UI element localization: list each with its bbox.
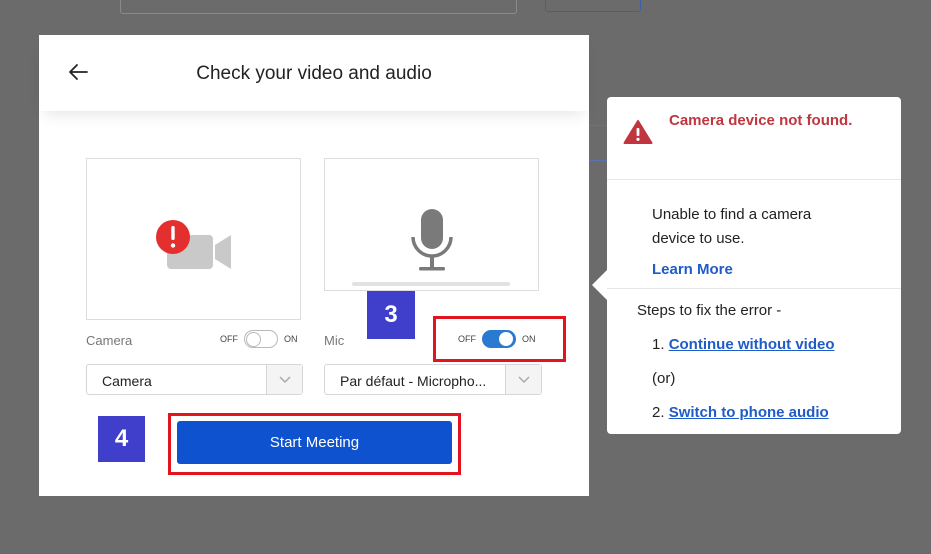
camera-error-panel: Camera device not found. Unable to find … bbox=[607, 97, 901, 434]
divider bbox=[607, 179, 901, 180]
step-3-badge: 3 bbox=[367, 291, 415, 339]
mic-select[interactable]: Par défaut - Micropho... bbox=[324, 364, 542, 395]
error-panel-pointer bbox=[592, 270, 607, 300]
mic-select-value: Par défaut - Micropho... bbox=[340, 373, 487, 389]
microphone-icon bbox=[408, 207, 456, 280]
warning-icon bbox=[623, 119, 653, 150]
error-title: Camera device not found. bbox=[669, 112, 853, 129]
camera-toggle[interactable] bbox=[244, 330, 278, 348]
background-input bbox=[120, 0, 517, 14]
switch-to-phone-audio-link[interactable]: Switch to phone audio bbox=[669, 404, 829, 421]
mic-label: Mic bbox=[324, 333, 345, 348]
chevron-down-icon bbox=[266, 365, 302, 394]
step-2: 2. Switch to phone audio bbox=[652, 404, 829, 421]
camera-select-value: Camera bbox=[102, 373, 152, 389]
background-button bbox=[545, 0, 641, 12]
step-4-badge: 4 bbox=[98, 416, 145, 462]
error-description: Unable to find a camera device to use. bbox=[652, 206, 812, 247]
camera-error-icon bbox=[153, 217, 237, 278]
camera-toggle-off-label: OFF bbox=[220, 334, 238, 344]
continue-without-video-link[interactable]: Continue without video bbox=[669, 336, 835, 353]
steps-heading: Steps to fix the error - bbox=[637, 302, 782, 319]
camera-toggle-group: OFF ON bbox=[220, 330, 298, 348]
start-meeting-highlight bbox=[168, 413, 461, 475]
or-text: (or) bbox=[652, 370, 676, 387]
camera-select[interactable]: Camera bbox=[86, 364, 303, 395]
camera-toggle-on-label: ON bbox=[284, 334, 298, 344]
camera-preview bbox=[86, 158, 301, 320]
mic-preview bbox=[324, 158, 539, 291]
toggle-knob bbox=[246, 332, 261, 347]
modal-title: Check your video and audio bbox=[196, 63, 432, 84]
modal-header: Check your video and audio bbox=[39, 35, 589, 111]
divider bbox=[607, 288, 901, 289]
camera-label: Camera bbox=[86, 333, 133, 348]
learn-more-link[interactable]: Learn More bbox=[652, 261, 733, 278]
mic-level-meter bbox=[352, 282, 510, 286]
mic-toggle-highlight bbox=[433, 316, 566, 362]
step-1-number: 1. bbox=[652, 336, 665, 353]
step-1: 1. Continue without video bbox=[652, 336, 835, 353]
chevron-down-icon bbox=[505, 365, 541, 394]
step-2-number: 2. bbox=[652, 404, 665, 421]
